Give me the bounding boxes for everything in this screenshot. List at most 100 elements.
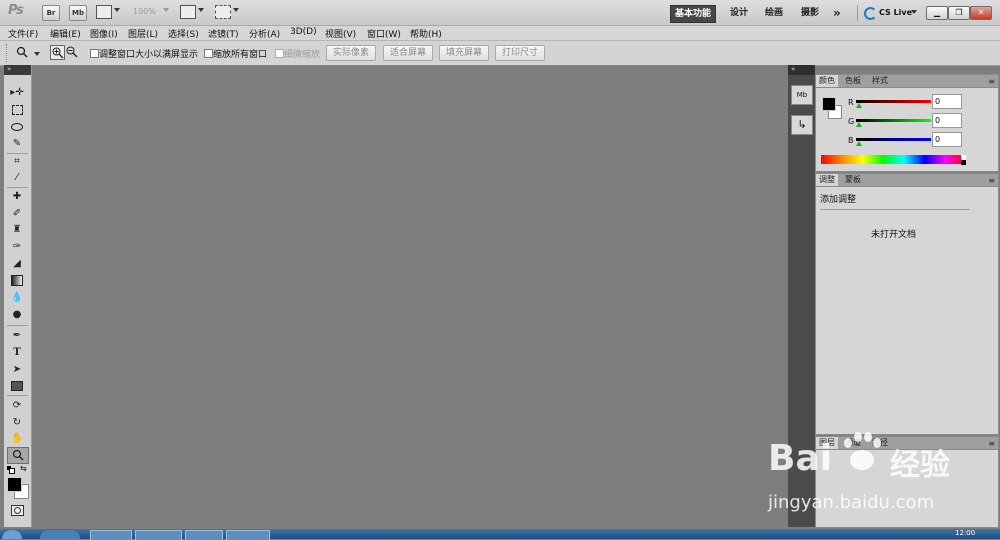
- menu-analysis[interactable]: 分析(A): [249, 27, 280, 40]
- move-tool[interactable]: ▸✛: [7, 85, 27, 100]
- hand-tool[interactable]: ✋: [7, 431, 27, 446]
- menu-window[interactable]: 窗口(W): [367, 27, 401, 40]
- workspace-photography[interactable]: 摄影: [797, 5, 823, 21]
- zoom-in-button[interactable]: [50, 45, 65, 60]
- chevron-down-icon[interactable]: [114, 8, 120, 12]
- zoom-out-button[interactable]: [65, 45, 78, 58]
- foreground-color-swatch[interactable]: [822, 97, 836, 111]
- expand-icon[interactable]: «: [791, 65, 795, 73]
- fill-screen-button[interactable]: 填充屏幕: [439, 45, 489, 61]
- black-swatch[interactable]: [961, 160, 966, 165]
- eyedropper-tool[interactable]: ⁄: [7, 170, 27, 185]
- start-button[interactable]: [2, 530, 22, 539]
- green-slider[interactable]: [856, 119, 931, 122]
- close-button[interactable]: ✕: [970, 6, 992, 20]
- mini-bridge-dock-button[interactable]: Mb: [791, 85, 813, 105]
- screen-mode-icon[interactable]: [215, 5, 231, 19]
- quick-select-icon: ✎: [12, 138, 22, 149]
- tools-panel-header[interactable]: »: [4, 65, 31, 75]
- taskbar-app[interactable]: [40, 530, 80, 539]
- foreground-color-swatch[interactable]: [7, 477, 22, 492]
- restore-button[interactable]: ❐: [948, 6, 970, 20]
- menu-select[interactable]: 选择(S): [168, 27, 199, 40]
- tool-preset-picker[interactable]: [16, 46, 28, 58]
- blue-slider[interactable]: [856, 138, 931, 141]
- swap-colors-icon[interactable]: ⇆: [20, 464, 27, 473]
- panel-menu-icon[interactable]: ≡: [988, 77, 995, 86]
- healing-brush-tool[interactable]: ✚: [7, 189, 27, 204]
- blue-slider-handle[interactable]: [856, 141, 862, 146]
- dodge-tool[interactable]: ●: [7, 307, 27, 322]
- zoom-level[interactable]: 100%: [133, 7, 156, 16]
- grip-handle[interactable]: [6, 44, 9, 62]
- menu-help[interactable]: 帮助(H): [410, 27, 442, 40]
- history-brush-icon: ✑: [12, 241, 22, 252]
- actual-pixels-button[interactable]: 实际像素: [326, 45, 376, 61]
- print-size-button[interactable]: 打印尺寸: [495, 45, 545, 61]
- document-area[interactable]: [32, 65, 788, 527]
- mini-bridge-button[interactable]: Mb: [69, 5, 87, 21]
- workspace-design[interactable]: 设计: [726, 5, 752, 21]
- blue-value-input[interactable]: 0: [932, 132, 962, 147]
- bridge-button[interactable]: Br: [42, 5, 60, 21]
- red-slider-handle[interactable]: [856, 103, 862, 108]
- chevron-down-icon[interactable]: [233, 8, 239, 12]
- menu-edit[interactable]: 编辑(E): [50, 27, 81, 40]
- color-spectrum-bar[interactable]: [821, 155, 966, 164]
- workspace-essentials[interactable]: 基本功能: [670, 5, 717, 23]
- gradient-tool[interactable]: [7, 273, 27, 288]
- menu-view[interactable]: 视图(V): [325, 27, 356, 40]
- crop-tool[interactable]: ⌗: [7, 154, 27, 169]
- dock-header[interactable]: «: [788, 65, 815, 75]
- type-tool[interactable]: T: [7, 345, 27, 360]
- clone-stamp-tool[interactable]: ♜: [7, 222, 27, 237]
- cs-live-button[interactable]: CS Live: [879, 8, 912, 17]
- green-slider-handle[interactable]: [856, 122, 862, 127]
- menu-3d[interactable]: 3D(D): [290, 27, 317, 37]
- minimize-button[interactable]: ▁: [926, 6, 948, 20]
- red-slider[interactable]: [856, 100, 931, 103]
- tab-swatches[interactable]: 色板: [842, 75, 864, 87]
- chevron-down-icon[interactable]: [163, 8, 169, 12]
- workspace-painting[interactable]: 绘画: [761, 5, 787, 21]
- resize-windows-checkbox[interactable]: [90, 49, 99, 58]
- scrubby-zoom-checkbox[interactable]: [275, 49, 284, 58]
- arrange-documents-icon[interactable]: [180, 5, 196, 19]
- eraser-tool[interactable]: ◢: [7, 256, 27, 271]
- lasso-tool[interactable]: [7, 119, 27, 134]
- collapse-icon[interactable]: »: [7, 65, 11, 73]
- 3d-rotate-tool[interactable]: ⟳: [7, 398, 27, 413]
- menu-filter[interactable]: 滤镜(T): [208, 27, 239, 40]
- shape-tool[interactable]: [7, 378, 27, 393]
- path-select-tool[interactable]: ➤: [7, 362, 27, 377]
- fit-screen-button[interactable]: 适合屏幕: [383, 45, 433, 61]
- quick-mask-button[interactable]: [11, 505, 24, 516]
- zoom-tool[interactable]: [7, 447, 29, 464]
- marquee-tool[interactable]: [7, 102, 27, 117]
- default-colors-icon[interactable]: [7, 466, 15, 474]
- zoom-all-windows-checkbox[interactable]: [204, 49, 213, 58]
- pen-tool[interactable]: ✒: [7, 328, 27, 343]
- panel-menu-icon[interactable]: ≡: [988, 176, 995, 185]
- view-extras-icon[interactable]: [96, 5, 112, 19]
- quick-select-tool[interactable]: ✎: [7, 136, 27, 151]
- history-brush-tool[interactable]: ✑: [7, 239, 27, 254]
- tab-masks[interactable]: 蒙板: [842, 174, 864, 186]
- menu-file[interactable]: 文件(F): [8, 27, 38, 40]
- blur-tool[interactable]: 💧: [7, 290, 27, 305]
- tab-adjustments[interactable]: 调整: [816, 174, 838, 186]
- green-value-input[interactable]: 0: [932, 113, 962, 128]
- red-value-input[interactable]: 0: [932, 94, 962, 109]
- history-dock-button[interactable]: ↳: [791, 115, 813, 135]
- chevron-down-icon[interactable]: [911, 10, 917, 14]
- zoom-in-icon: [52, 47, 64, 59]
- menu-image[interactable]: 图像(I): [90, 27, 118, 40]
- tab-color[interactable]: 颜色: [816, 75, 838, 87]
- menu-layer[interactable]: 图层(L): [128, 27, 158, 40]
- tab-styles[interactable]: 样式: [869, 75, 891, 87]
- chevron-down-icon[interactable]: [34, 52, 40, 56]
- 3d-orbit-tool[interactable]: ↻: [7, 415, 27, 430]
- brush-tool[interactable]: ✐: [7, 206, 27, 221]
- more-workspaces-button[interactable]: »: [829, 5, 845, 21]
- chevron-down-icon[interactable]: [198, 8, 204, 12]
